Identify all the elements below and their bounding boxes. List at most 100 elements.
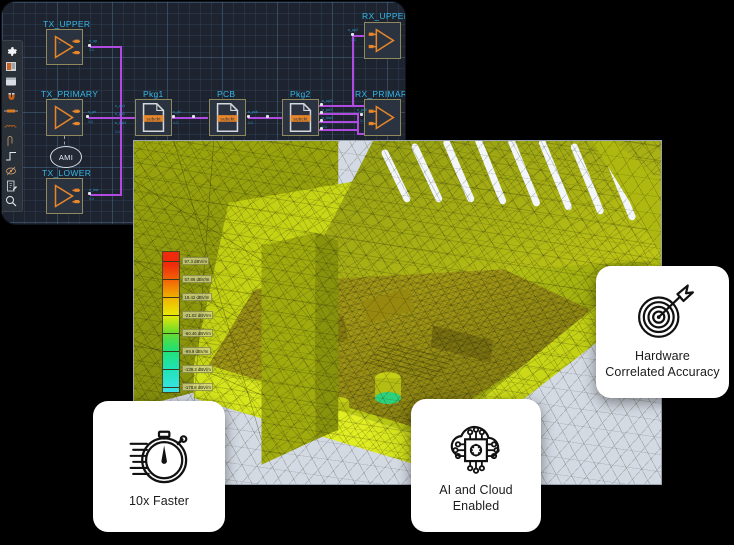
- stopwatch-icon: [128, 424, 190, 486]
- feature-card-speed[interactable]: 10x Faster: [93, 401, 225, 532]
- tx-upper-label: TX_UPPER: [43, 19, 91, 29]
- edit-sheet-icon[interactable]: [2, 179, 20, 193]
- feature-card-ai-cloud-caption: AI and Cloud Enabled: [439, 483, 512, 514]
- caption-line-2: Correlated Accuracy: [605, 365, 720, 379]
- tx-primary-label: TX_PRIMARY: [41, 89, 99, 99]
- ami-model-node[interactable]: AMI: [50, 146, 82, 168]
- pkg1-label: Pkg1: [143, 89, 164, 99]
- rx-upper-block[interactable]: [364, 22, 401, 59]
- legend-label-1: 57.86 dBV/m: [182, 275, 212, 283]
- rx-primary-label: RX_PRIMARY: [355, 89, 405, 99]
- net-index-tx-lower: 1:1: [89, 197, 94, 201]
- pin-pkg1-out2: [192, 115, 195, 118]
- amplifier-symbol: [54, 105, 81, 130]
- svg-text:subckt: subckt: [146, 116, 161, 122]
- package-icon[interactable]: [2, 74, 20, 88]
- target-arrow-icon: [632, 283, 694, 341]
- net-label-pkg1-out: n_p1: [173, 110, 181, 114]
- amplifier-symbol: + -: [54, 35, 81, 59]
- wire-txlower-out: [90, 194, 122, 196]
- net-label-rx-pri: n_pri2: [322, 108, 332, 112]
- feature-card-accuracy[interactable]: Hardware Correlated Accuracy: [596, 266, 729, 398]
- legend-label-4: -60.46 dBV/m: [182, 329, 214, 337]
- legend-label-7: -178.8 dBV/m: [182, 383, 214, 391]
- pin-rx-upper-in: [351, 33, 354, 36]
- cloud-chip-icon: [445, 417, 507, 475]
- feature-card-accuracy-caption: Hardware Correlated Accuracy: [605, 349, 719, 380]
- tx-upper-block[interactable]: + -: [46, 29, 83, 65]
- subckt-symbol: subckt: [289, 103, 312, 132]
- pin-tx-lower-out: [88, 192, 91, 195]
- rx-primary-block[interactable]: [364, 99, 401, 136]
- wire-pcb-pkg2: [248, 117, 282, 119]
- caption-line-1: Hardware: [634, 349, 690, 364]
- pin-pkg2-out1: [320, 103, 323, 106]
- pin-rx-primary-in: [360, 113, 363, 116]
- legend-label-2: 18.42 dBV/m: [182, 293, 212, 301]
- zoom-icon[interactable]: [2, 194, 20, 208]
- net-label-pcb-out: n_pcb: [248, 110, 258, 114]
- legend-tick-group: 97.3 dBV/m 57.86 dBV/m 18.42 dBV/m -21.0…: [163, 252, 214, 392]
- legend-label-5: -99.9 dBV/m: [182, 347, 211, 355]
- net-index-rx: 1:1: [322, 125, 327, 129]
- magnet-icon[interactable]: [2, 89, 20, 103]
- pkg2-label: Pkg2: [290, 89, 311, 99]
- net-label-tx-primary: n_pri: [88, 110, 96, 114]
- net-index-tx-primary: 1:1: [88, 120, 93, 124]
- net-label-pkg1-in3: n_low1: [115, 121, 127, 125]
- net-index-rx-primary-in: 1:1: [360, 119, 365, 123]
- wire-pkg2-rx3: [319, 121, 357, 123]
- eye-diagram-icon[interactable]: [2, 164, 20, 178]
- caption-line-2: Enabled: [452, 498, 500, 513]
- pkg1-block[interactable]: subckt: [135, 99, 172, 136]
- net-label-rx-low: n_low2: [322, 116, 334, 120]
- tx-lower-block[interactable]: [46, 178, 83, 214]
- pkg2-block[interactable]: subckt: [282, 99, 319, 136]
- amplifier-symbol: [54, 184, 81, 208]
- pin-pcb-out: [247, 115, 250, 118]
- ami-label: AMI: [58, 152, 74, 162]
- net-index-pcb-out: 1:1: [248, 121, 253, 125]
- net-label-rx-upper-in: n_up2: [348, 28, 358, 32]
- wire-txupper-out: [90, 46, 122, 48]
- wire-pkg2-rx4: [319, 129, 357, 131]
- net-label-pkg1-in2: n_pri1: [115, 112, 125, 116]
- step-source-icon[interactable]: [2, 149, 20, 163]
- inductor-icon[interactable]: [2, 119, 20, 133]
- legend-label-0: 97.3 dBV/m: [182, 257, 210, 265]
- pin-pkg1-out: [172, 115, 175, 118]
- netlist-icon[interactable]: [2, 59, 20, 73]
- feature-card-ai-cloud[interactable]: AI and Cloud Enabled: [411, 399, 541, 532]
- net-index-pkg1-out: 1:1: [173, 121, 178, 125]
- net-label-rx-up: n_up2: [322, 99, 332, 103]
- pcb-label: PCB: [217, 89, 236, 99]
- net-label-tx-upper: n_up: [89, 39, 97, 43]
- field-strength-color-scale: 97.3 dBV/m 57.86 dBV/m 18.42 dBV/m -21.0…: [162, 251, 214, 393]
- resistor-icon[interactable]: [2, 104, 20, 118]
- svg-text:subckt: subckt: [220, 116, 235, 122]
- amplifier-symbol: [368, 28, 395, 53]
- legend-label-6: -139.3 dBV/m: [182, 365, 214, 373]
- pcb-block[interactable]: subckt: [209, 99, 246, 136]
- feature-card-speed-caption: 10x Faster: [128, 493, 190, 508]
- wire-txprimary-pkg1: [88, 117, 135, 119]
- subckt-symbol: subckt: [142, 103, 165, 132]
- probe-icon[interactable]: [2, 134, 20, 148]
- svg-text:subckt: subckt: [293, 116, 308, 122]
- tx-primary-block[interactable]: [46, 99, 83, 136]
- net-label-rx-primary-in: n_pri2: [357, 108, 367, 112]
- net-index-rx-upper-in: 1:1: [351, 38, 356, 42]
- amplifier-symbol: [368, 105, 395, 130]
- net-index-pkg1-in: 1:1: [115, 130, 120, 134]
- wire-pkg1-pcb: [172, 117, 208, 119]
- wire-rxupper-vertical: [352, 35, 354, 107]
- legend-label-3: -21.02 dBV/m: [182, 311, 214, 319]
- wire-pkg2-rx2: [319, 113, 357, 115]
- screenshot-root: TX_UPPER + - n_up 1:1 TX_PRIMARY n_pri 1…: [0, 0, 734, 545]
- left-tool-palette[interactable]: [2, 40, 23, 212]
- pin-pcb-out2: [266, 115, 269, 118]
- rx-upper-label: RX_UPPER: [362, 11, 405, 21]
- settings-icon[interactable]: [2, 44, 20, 58]
- pin-tx-primary-out: [86, 115, 89, 118]
- pin-tx-upper-out: [88, 44, 91, 47]
